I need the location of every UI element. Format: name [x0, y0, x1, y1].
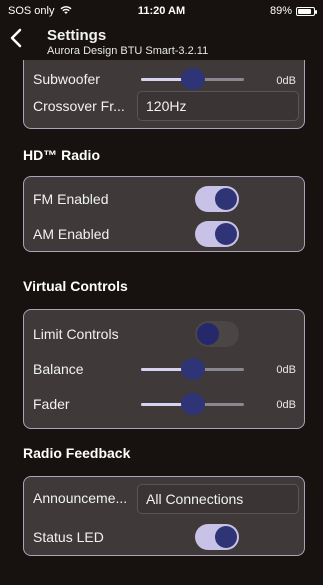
crossover-value: 120Hz [146, 98, 187, 114]
crossover-label: Crossover Fr... [33, 98, 125, 114]
status-bar: SOS only 11:20 AM 89% [0, 0, 323, 20]
subwoofer-value: 0dB [276, 75, 296, 87]
status-led-label: Status LED [33, 529, 104, 545]
am-label: AM Enabled [33, 226, 110, 242]
crossover-field[interactable]: 120Hz [137, 91, 299, 121]
announcement-label: Announceme... [33, 490, 128, 506]
slider-thumb[interactable] [180, 358, 205, 380]
nav-header: Settings Aurora Design BTU Smart-3.2.11 [0, 22, 323, 60]
announcement-row: Announceme... All Connections [24, 484, 304, 517]
crossover-row: Crossover Fr... 120Hz [24, 91, 304, 126]
balance-value: 0dB [276, 364, 296, 376]
chevron-left-icon [10, 28, 22, 48]
virtual-controls-heading: Virtual Controls [23, 278, 128, 294]
battery-percent: 89% [269, 5, 292, 17]
status-led-toggle[interactable] [195, 524, 239, 550]
slider-thumb[interactable] [180, 393, 205, 415]
battery-icon [296, 6, 317, 16]
fader-label: Fader [33, 396, 70, 412]
fader-value: 0dB [276, 399, 296, 411]
page-title: Settings [47, 27, 107, 44]
radio-feedback-card: Announceme... All Connections Status LED [23, 476, 305, 556]
toggle-knob [197, 323, 219, 345]
limit-controls-row: Limit Controls [24, 318, 304, 350]
balance-row: Balance 0dB [24, 353, 304, 385]
fm-row: FM Enabled [24, 183, 304, 215]
balance-slider[interactable] [141, 357, 244, 381]
page-subtitle: Aurora Design BTU Smart-3.2.11 [47, 45, 209, 57]
limit-controls-label: Limit Controls [33, 326, 119, 342]
hd-radio-heading: HD™ Radio [23, 147, 100, 163]
limit-controls-toggle[interactable] [195, 321, 239, 347]
fader-slider[interactable] [141, 392, 244, 416]
fader-row: Fader 0dB [24, 388, 304, 420]
slider-thumb[interactable] [180, 68, 205, 90]
subwoofer-label: Subwoofer [33, 71, 100, 87]
fm-label: FM Enabled [33, 191, 109, 207]
battery-status: 89% [269, 5, 317, 17]
virtual-controls-card: Limit Controls Balance 0dB Fader 0dB [23, 309, 305, 429]
am-row: AM Enabled [24, 218, 304, 250]
battery-level [298, 8, 312, 14]
status-led-row: Status LED [24, 521, 304, 553]
hd-radio-card: FM Enabled AM Enabled [23, 176, 305, 252]
toggle-knob [215, 223, 237, 245]
subwoofer-slider[interactable] [141, 67, 244, 91]
toggle-knob [215, 526, 237, 548]
radio-feedback-heading: Radio Feedback [23, 445, 131, 461]
audio-card: Subwoofer 0dB Crossover Fr... 120Hz [23, 60, 305, 129]
announcement-field[interactable]: All Connections [137, 484, 299, 514]
announcement-value: All Connections [146, 491, 244, 507]
settings-scroll[interactable]: Subwoofer 0dB Crossover Fr... 120Hz HD™ … [0, 60, 323, 585]
toggle-knob [215, 188, 237, 210]
am-toggle[interactable] [195, 221, 239, 247]
balance-label: Balance [33, 361, 84, 377]
back-button[interactable] [10, 28, 22, 54]
fm-toggle[interactable] [195, 186, 239, 212]
